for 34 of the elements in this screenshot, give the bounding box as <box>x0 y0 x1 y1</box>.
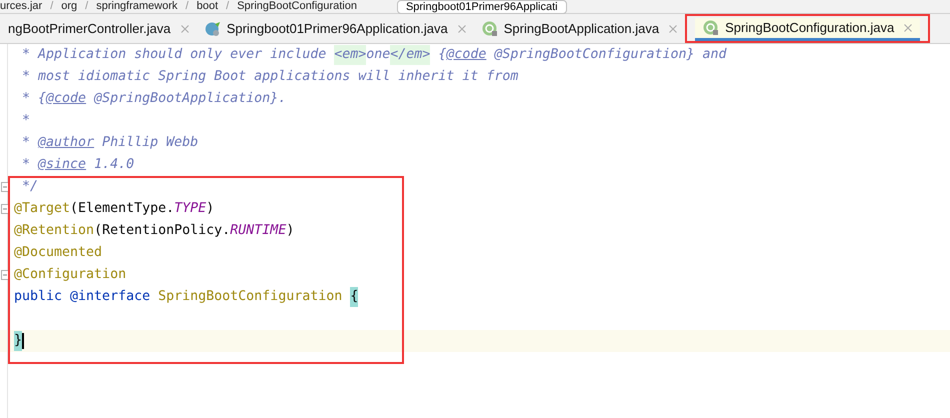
close-icon[interactable] <box>458 24 466 32</box>
breadcrumb-item[interactable]: urces.jar <box>0 0 42 13</box>
breadcrumb-item[interactable]: SpringBootConfiguration <box>237 0 357 13</box>
code-line: @Configuration <box>13 266 126 284</box>
code-line: * @since 1.4.0 <box>21 156 134 174</box>
fold-icon[interactable] <box>1 182 9 192</box>
fold-icon[interactable] <box>1 204 9 214</box>
run-configuration-dropdown[interactable]: Springboot01Primer96Applicati <box>396 0 567 14</box>
code-line: * <box>21 112 30 130</box>
close-icon[interactable] <box>904 24 912 32</box>
breadcrumb-separator: / <box>186 0 189 13</box>
breadcrumb-item[interactable]: springframework <box>96 0 178 13</box>
close-icon[interactable] <box>669 24 678 32</box>
code-line: @Documented <box>13 244 102 262</box>
code-line: public @interface SpringBootConfiguration { <box>8 287 358 307</box>
breadcrumb-item[interactable]: org <box>61 0 78 13</box>
code-line: * Application should only ever include <em>one</em> {@code @SpringBootConfiguration} and <box>8 45 727 65</box>
code-line: @Target(ElementType.TYPE) <box>13 200 214 218</box>
class-icon <box>204 20 221 36</box>
code-line: * {@code @SpringBootApplication}. <box>21 90 286 108</box>
code-line: */ <box>21 178 38 196</box>
editor-tab[interactable]: SpringBootConfiguration.java <box>695 18 920 41</box>
code-line: * most idiomatic Spring Boot applications will inherit it from <box>21 68 518 86</box>
text-cursor <box>22 333 24 349</box>
fold-icon[interactable] <box>1 270 9 280</box>
code-line: @Retention(RetentionPolicy.RUNTIME) <box>13 222 294 240</box>
breadcrumb-item[interactable]: boot <box>196 0 218 13</box>
annotation-icon <box>703 20 720 36</box>
annotation-icon <box>482 20 498 36</box>
code-line: * @author Phillip Webb <box>21 134 198 152</box>
breadcrumb-separator: / <box>85 0 88 13</box>
close-icon[interactable] <box>180 24 189 32</box>
breadcrumb-separator: / <box>226 0 230 13</box>
breadcrumb-separator: / <box>50 0 54 13</box>
